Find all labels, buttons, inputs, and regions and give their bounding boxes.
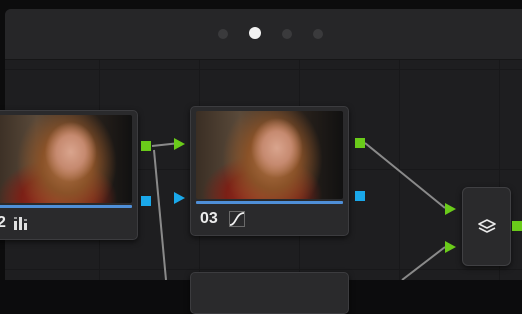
node-03-rgb-input[interactable] (174, 138, 185, 150)
layers-icon (478, 219, 496, 233)
node-03-alpha-output[interactable] (355, 191, 365, 201)
node-02[interactable]: 2 (0, 110, 138, 240)
levels-icon (14, 217, 27, 230)
wire-node02-down (153, 149, 167, 280)
node-02-thumbnail (0, 115, 132, 203)
node-02-number: 2 (0, 214, 6, 231)
node-03-thumbnail (196, 111, 343, 199)
node-03-progress (196, 201, 343, 204)
wire-lower-to-mixer (401, 246, 446, 280)
curve-icon (229, 211, 245, 227)
node-02-progress (0, 205, 132, 208)
node-03[interactable]: 03 (190, 106, 349, 236)
node-02-alpha-output[interactable] (141, 196, 151, 206)
layer-mixer-input-1[interactable] (445, 203, 456, 215)
node-03-rgb-output[interactable] (355, 138, 365, 148)
layer-mixer-output[interactable] (512, 221, 522, 231)
node-04[interactable] (190, 272, 349, 314)
node-03-alpha-input[interactable] (174, 192, 185, 204)
layer-mixer-node[interactable] (462, 187, 511, 266)
layer-mixer-input-2[interactable] (445, 241, 456, 253)
node-02-rgb-output[interactable] (141, 141, 151, 151)
node-03-number: 03 (200, 210, 218, 227)
wire-node03-to-mixer (364, 142, 446, 209)
